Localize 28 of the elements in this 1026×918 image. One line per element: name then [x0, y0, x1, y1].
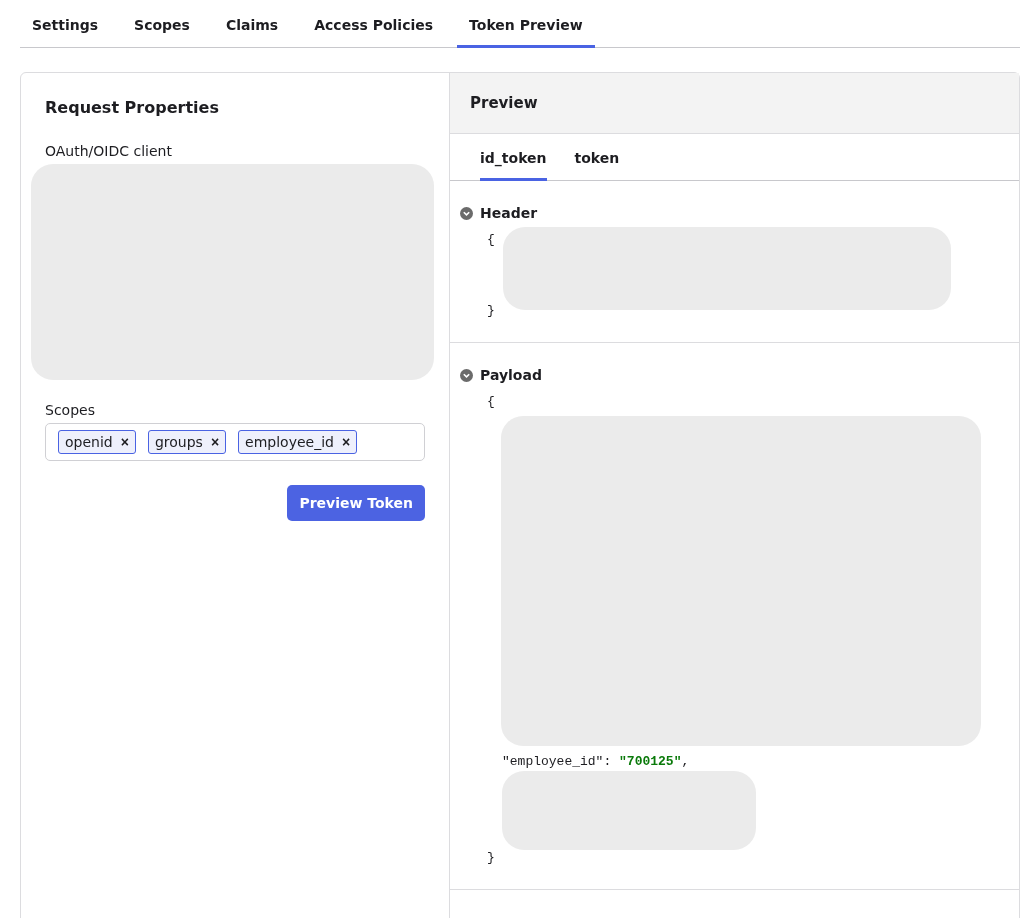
remove-button[interactable]: × — [341, 434, 351, 450]
tab[interactable]: Access Policies — [302, 0, 446, 48]
remove-button[interactable]: × — [210, 434, 220, 450]
scope-label: employee_id — [245, 434, 334, 450]
chevron-icon[interactable] — [460, 206, 473, 220]
tab[interactable]: Settings — [20, 0, 111, 48]
field-label: Scopes — [45, 402, 96, 418]
preview-token-button[interactable]: Preview Token — [287, 485, 425, 521]
section-title: Header — [480, 205, 538, 221]
scopes-field[interactable]: openid × groups × employee_id × — [45, 423, 425, 461]
token-tab[interactable]: token — [574, 134, 620, 181]
section-title: Payload — [480, 367, 542, 383]
chevron-icon[interactable] — [460, 368, 473, 382]
scope-label: openid — [65, 434, 113, 450]
code-brace: } — [487, 849, 495, 867]
remove-button[interactable]: × — [120, 434, 129, 450]
code-line: "employee_id": "700125", — [501, 753, 690, 771]
tab[interactable]: Claims — [213, 0, 291, 48]
panel-title: Request Properties — [45, 98, 220, 117]
code-brace: } — [487, 302, 495, 320]
tab[interactable]: Scopes — [122, 0, 202, 48]
code-brace: { — [487, 231, 495, 249]
scope-label: groups — [154, 434, 203, 450]
field-label: OAuth/OIDC client — [45, 143, 173, 159]
token-tab[interactable]: id_token — [480, 134, 547, 181]
tab[interactable]: Token Preview — [457, 0, 595, 48]
panel-title: Preview — [450, 73, 1019, 134]
code-brace: { — [487, 393, 495, 411]
